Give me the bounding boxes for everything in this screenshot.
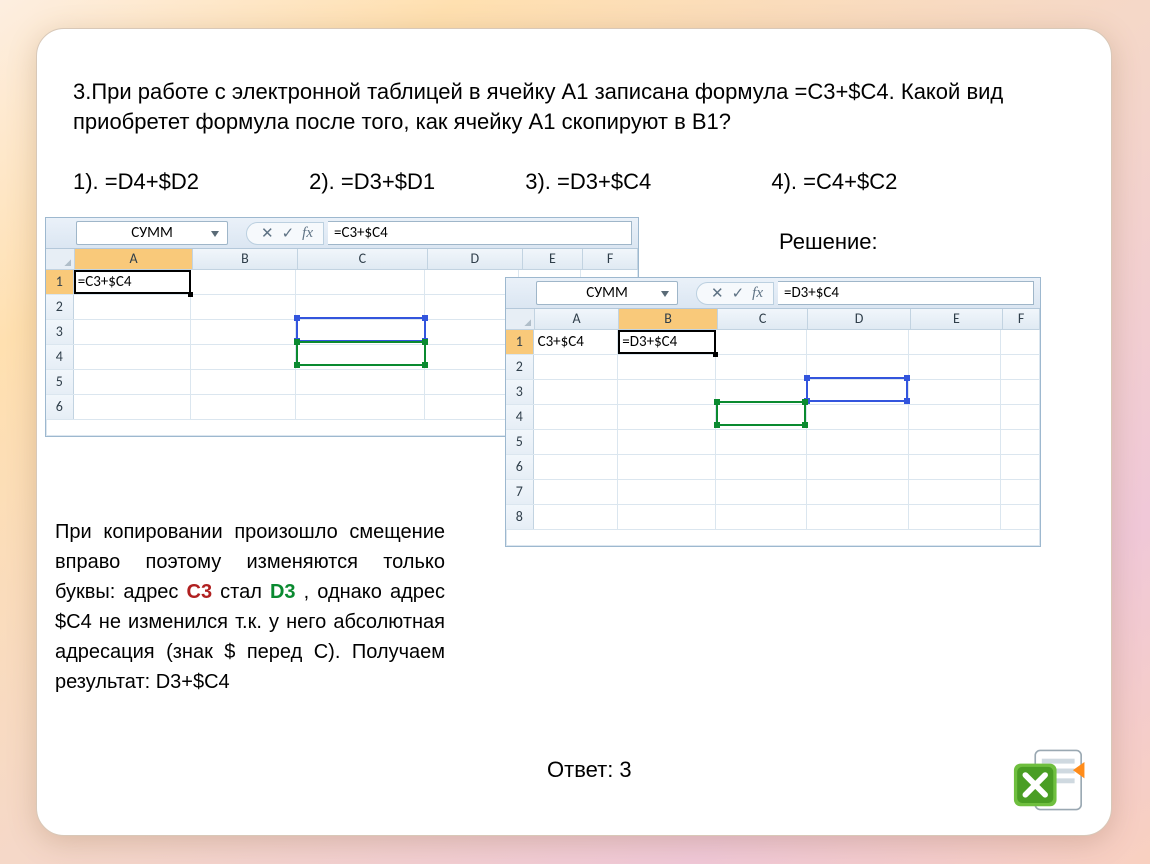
col-F[interactable]: F: [583, 249, 638, 269]
explanation-text: При копировании произошло смещение вправ…: [55, 517, 445, 697]
row-1[interactable]: 1: [506, 330, 534, 354]
ref-C4: [296, 341, 426, 366]
cell-B1[interactable]: [191, 270, 295, 294]
col-A[interactable]: A: [75, 249, 193, 269]
cancel-icon[interactable]: ✕: [711, 284, 724, 303]
col-C[interactable]: C: [298, 249, 428, 269]
row-3[interactable]: 3: [46, 320, 74, 344]
fx-icon[interactable]: fx: [302, 225, 313, 242]
option-3: 3). =D3+$C4: [525, 169, 765, 195]
option-1: 1). =D4+$D2: [73, 169, 303, 195]
formula-input[interactable]: =C3+$C4: [328, 221, 632, 245]
formula-input[interactable]: =D3+$C4: [778, 281, 1034, 305]
row-2[interactable]: 2: [46, 295, 74, 319]
select-all-corner[interactable]: [46, 249, 75, 269]
ref-C3: [296, 317, 426, 342]
col-D[interactable]: D: [428, 249, 523, 269]
col-C[interactable]: C: [718, 309, 808, 329]
col-B[interactable]: B: [619, 309, 717, 329]
answer-options: 1). =D4+$D2 2). =D3+$D1 3). =D3+$C4 4). …: [73, 169, 1053, 195]
question-text: 3.При работе с электронной таблицей в яч…: [73, 77, 1053, 136]
fx-buttons: ✕ ✓ fx: [696, 282, 774, 305]
select-all-corner[interactable]: [506, 309, 535, 329]
row-5[interactable]: 5: [506, 430, 534, 454]
col-B[interactable]: B: [193, 249, 297, 269]
cell-A1[interactable]: C3+$C4: [534, 330, 619, 354]
cell-A1[interactable]: =C3+$C4: [74, 270, 192, 294]
cell-C1[interactable]: [296, 270, 425, 294]
formula-bar: СУММ ✕ ✓ fx =D3+$C4: [506, 278, 1040, 309]
row-6[interactable]: 6: [46, 395, 74, 419]
fx-buttons: ✕ ✓ fx: [246, 222, 324, 245]
formula-bar: СУММ ✕ ✓ fx =C3+$C4: [46, 218, 638, 249]
slide-card: 3.При работе с электронной таблицей в яч…: [36, 28, 1112, 836]
cancel-icon[interactable]: ✕: [261, 224, 274, 243]
row-8[interactable]: 8: [506, 505, 534, 529]
ref-C4: [716, 401, 806, 426]
ref-D3: [806, 377, 908, 402]
fx-icon[interactable]: fx: [752, 285, 763, 302]
new-ref: D3: [270, 581, 296, 603]
excel-logo-icon: [1009, 739, 1091, 821]
option-2: 2). =D3+$D1: [309, 169, 519, 195]
row-6[interactable]: 6: [506, 455, 534, 479]
row-7[interactable]: 7: [506, 480, 534, 504]
excel-figure-2: СУММ ✕ ✓ fx =D3+$C4 A B C D E F: [505, 277, 1041, 547]
solution-heading: Решение:: [779, 229, 878, 255]
answer-text: Ответ: 3: [547, 757, 632, 783]
grid: A B C D E F 1 C3+$C4 =D3+$C4 2 3: [506, 309, 1040, 530]
col-D[interactable]: D: [808, 309, 910, 329]
name-box[interactable]: СУММ: [76, 221, 228, 245]
enter-icon[interactable]: ✓: [282, 224, 295, 243]
enter-icon[interactable]: ✓: [732, 284, 745, 303]
row-5[interactable]: 5: [46, 370, 74, 394]
row-4[interactable]: 4: [506, 405, 534, 429]
col-A[interactable]: A: [535, 309, 620, 329]
cell-B1[interactable]: =D3+$C4: [618, 330, 716, 354]
row-4[interactable]: 4: [46, 345, 74, 369]
old-ref: С3: [187, 581, 213, 603]
row-1[interactable]: 1: [46, 270, 74, 294]
col-E[interactable]: E: [523, 249, 584, 269]
option-4: 4). =C4+$C2: [771, 169, 897, 195]
col-F[interactable]: F: [1003, 309, 1040, 329]
name-box[interactable]: СУММ: [536, 281, 678, 305]
col-E[interactable]: E: [911, 309, 1003, 329]
row-2[interactable]: 2: [506, 355, 534, 379]
row-3[interactable]: 3: [506, 380, 534, 404]
